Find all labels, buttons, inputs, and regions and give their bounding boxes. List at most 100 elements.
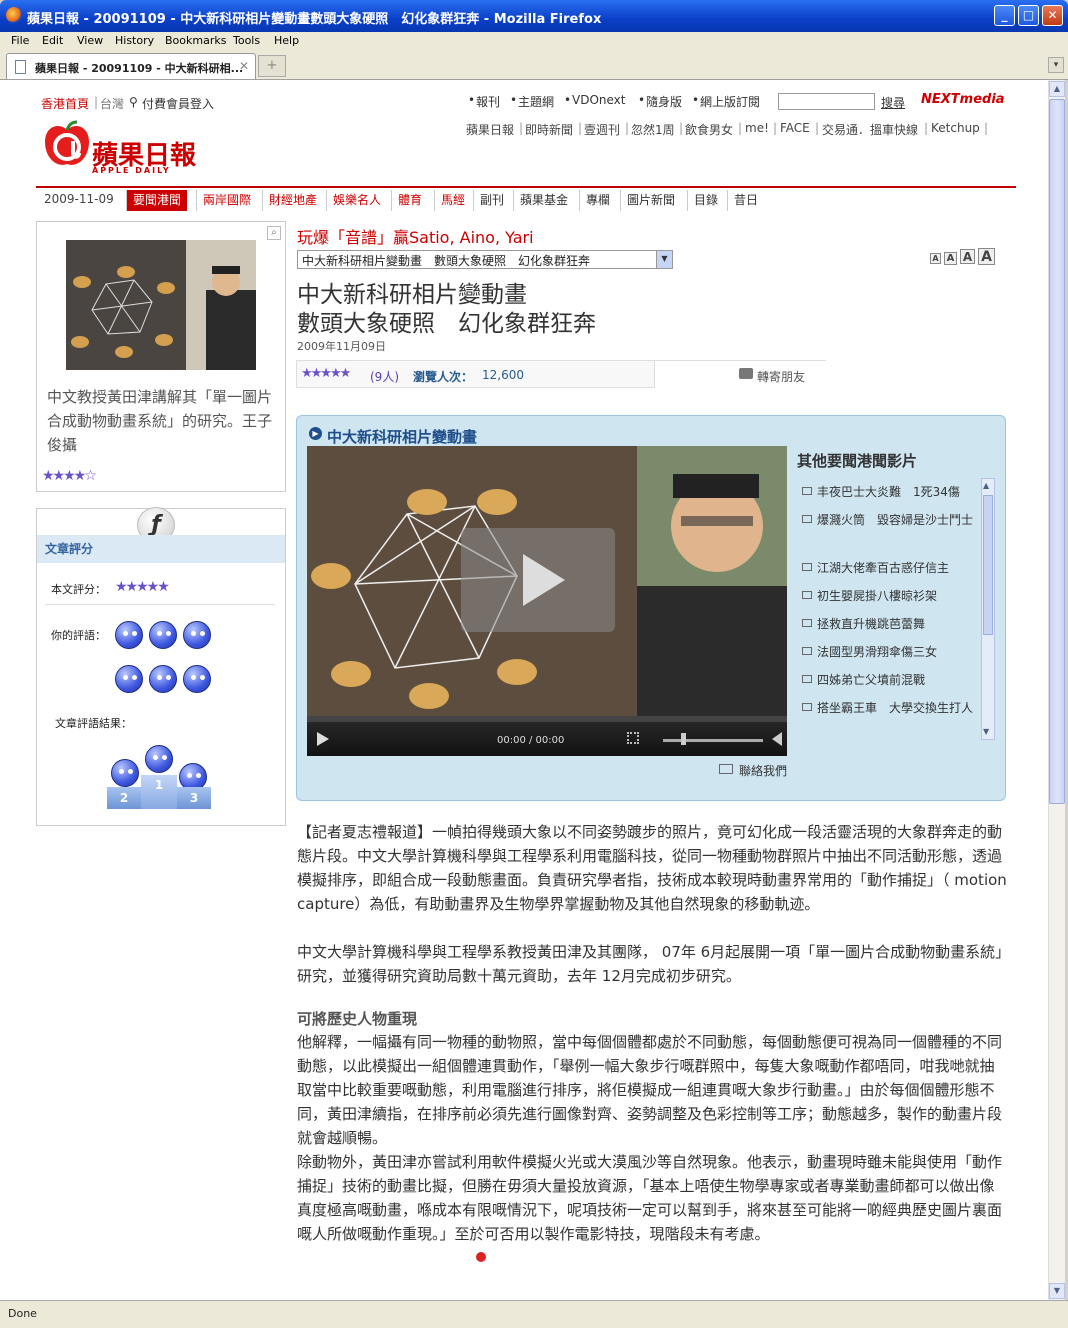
- brand-link-nextweekly[interactable]: 壹週刊: [584, 121, 620, 138]
- font-size-medium[interactable]: A: [960, 249, 975, 264]
- nav-item-archive[interactable]: 昔日: [727, 190, 764, 211]
- nav-item-columns[interactable]: 專欄: [579, 190, 616, 211]
- list-item[interactable]: 爆濺火筒 毀容婦是沙士鬥士: [797, 512, 979, 529]
- play-icon[interactable]: [317, 732, 329, 746]
- chevron-up-icon[interactable]: ▲: [1049, 81, 1065, 97]
- maximize-button[interactable]: □: [1018, 5, 1039, 26]
- nav-item-international[interactable]: 兩岸國際: [196, 190, 257, 211]
- top-link-newspaper[interactable]: 報刊: [476, 93, 500, 110]
- tw-link[interactable]: 台灣: [100, 95, 124, 112]
- menu-bookmarks[interactable]: Bookmarks: [165, 34, 226, 47]
- side-photo[interactable]: [66, 240, 256, 370]
- forward-button[interactable]: 轉寄朋友: [654, 361, 826, 388]
- scrollbar-thumb[interactable]: [1049, 99, 1065, 804]
- nextmedia-logo[interactable]: NEXTmedia: [921, 92, 1005, 107]
- top-link-subscribe[interactable]: 網上版訂閱: [700, 93, 760, 110]
- zoom-icon[interactable]: ⌕: [267, 226, 281, 240]
- search-button[interactable]: 搜尋: [881, 94, 905, 111]
- tab-list-dropdown[interactable]: ▾: [1048, 57, 1064, 73]
- article-rating-stars[interactable]: ★★★★★: [301, 366, 351, 381]
- chevron-down-icon[interactable]: ▼: [656, 251, 672, 268]
- video-player[interactable]: 00:00 / 00:00: [307, 446, 787, 756]
- top-link-bullet: •: [638, 93, 646, 107]
- search-input[interactable]: [778, 93, 875, 110]
- page-content: 香港首頁 | 台灣 ⚲ 付費會員登入 • 報刊 • 主題網 • VDOnext …: [0, 80, 1048, 1300]
- nav-item-supplement[interactable]: 副刊: [473, 190, 510, 211]
- top-link-bullet: •: [564, 93, 572, 107]
- face-sad-icon[interactable]: [115, 665, 143, 693]
- list-item[interactable]: 江湖大佬牽百古惑仔信主: [797, 560, 979, 577]
- new-tab-button[interactable]: +: [258, 55, 286, 77]
- brand-link-me[interactable]: me!: [745, 121, 769, 135]
- nav-item-photo-news[interactable]: 圖片新聞: [620, 190, 681, 211]
- brand-link-face[interactable]: FACE: [780, 121, 810, 135]
- nav-item-sports[interactable]: 體育: [391, 190, 428, 211]
- scrollbar-thumb[interactable]: [983, 495, 993, 635]
- browser-tab[interactable]: 蘋果日報 - 20091109 - 中大新科研相... ✕: [6, 53, 256, 79]
- list-item[interactable]: 丰夜巴士大炎難 1死34傷: [797, 484, 979, 501]
- member-login-link[interactable]: 付費會員登入: [142, 95, 214, 112]
- list-item[interactable]: 拯救直升機跳芭蕾舞: [797, 616, 979, 633]
- window-titlebar[interactable]: 蘋果日報 - 20091109 - 中大新科研相片變動畫數頭大象硬照 幻化象群狂…: [0, 0, 1068, 32]
- font-size-large[interactable]: A: [978, 248, 995, 265]
- brand-link-appledaily[interactable]: 蘋果日報: [466, 121, 514, 138]
- article-stats: ★★★★★ (9人) 瀏覽人次： 12,600 轉寄朋友: [296, 360, 826, 388]
- site-logo-sub: APPLE DAILY: [92, 166, 171, 175]
- top-link-mobile[interactable]: 隨身版: [646, 93, 682, 110]
- top-link-vdonext[interactable]: VDOnext: [572, 93, 625, 107]
- volume-slider[interactable]: [663, 739, 763, 742]
- brand-link-instant-news[interactable]: 即時新聞: [525, 121, 573, 138]
- nav-item-foundation[interactable]: 蘋果基金: [513, 190, 574, 211]
- brand-link-food[interactable]: 飲食男女: [685, 121, 733, 138]
- article-subhead: 可將歷史人物重現: [297, 1010, 418, 1028]
- promo-link[interactable]: 玩爆「音譜」贏Satio, Aino, Yari: [297, 224, 534, 248]
- list-item[interactable]: 搭坐霸王車 大學交換生打人: [797, 700, 979, 717]
- podium-face-2: [111, 759, 139, 787]
- nav-item-entertainment[interactable]: 娛樂名人: [326, 190, 387, 211]
- menu-history[interactable]: History: [115, 34, 154, 47]
- face-wink-icon[interactable]: [149, 665, 177, 693]
- face-happy-icon[interactable]: [115, 621, 143, 649]
- separator: |: [519, 121, 524, 135]
- brand-link-ketchup[interactable]: Ketchup: [931, 121, 980, 135]
- video-progress[interactable]: [307, 716, 787, 722]
- chevron-down-icon[interactable]: ▼: [1049, 1283, 1065, 1299]
- brand-link-suddenweekly[interactable]: 忽然1周: [631, 121, 675, 138]
- fullscreen-icon[interactable]: [627, 732, 639, 744]
- play-button[interactable]: [461, 528, 615, 632]
- hk-home-link[interactable]: 香港首頁: [41, 95, 89, 112]
- chevron-down-icon[interactable]: ▼: [983, 727, 989, 736]
- brand-link-trade[interactable]: 交易通．搵車快線: [822, 121, 918, 138]
- menu-view[interactable]: View: [77, 34, 103, 47]
- other-videos-scrollbar[interactable]: ▲ ▼: [981, 478, 995, 740]
- face-angry-icon[interactable]: [183, 665, 211, 693]
- list-item[interactable]: 四姊弟亡父墳前混戰: [797, 672, 979, 689]
- list-item[interactable]: 初生嬰屍掛八樓晾衫架: [797, 588, 979, 605]
- font-size-small[interactable]: A: [944, 252, 957, 265]
- nav-item-local[interactable]: 要聞港聞: [126, 190, 188, 211]
- page-scrollbar[interactable]: ▲ ▼: [1048, 80, 1065, 1300]
- volume-handle[interactable]: [681, 733, 686, 745]
- tab-close-icon[interactable]: ✕: [239, 59, 249, 73]
- menu-file[interactable]: File: [11, 34, 29, 47]
- menu-edit[interactable]: Edit: [42, 34, 63, 47]
- contact-label: 聯絡我們: [739, 764, 788, 778]
- face-surprised-icon[interactable]: [183, 621, 211, 649]
- close-button[interactable]: ✕: [1042, 5, 1063, 26]
- list-item[interactable]: 法國型男滑翔傘傷三女: [797, 644, 979, 661]
- article-headline: 中大新科研相片變動畫 數頭大象硬照 幻化象群狂奔: [297, 281, 596, 339]
- nav-item-index[interactable]: 目錄: [687, 190, 724, 211]
- face-smile-icon[interactable]: [149, 621, 177, 649]
- menu-help[interactable]: Help: [274, 34, 299, 47]
- article-select-value: 中大新科研相片變動畫 數頭大象硬照 幻化象群狂奔: [302, 254, 591, 268]
- nav-item-finance[interactable]: 財經地產: [262, 190, 323, 211]
- menu-tools[interactable]: Tools: [233, 34, 260, 47]
- chevron-up-icon[interactable]: ▲: [983, 481, 989, 490]
- minimize-button[interactable]: _: [994, 5, 1015, 26]
- font-size-smallest[interactable]: A: [930, 253, 941, 264]
- top-link-theme[interactable]: 主題網: [518, 93, 554, 110]
- separator: |: [679, 121, 684, 135]
- speaker-icon[interactable]: [772, 732, 782, 746]
- article-select[interactable]: 中大新科研相片變動畫 數頭大象硬照 幻化象群狂奔 ▼: [297, 250, 673, 269]
- nav-item-racing[interactable]: 馬經: [434, 190, 471, 211]
